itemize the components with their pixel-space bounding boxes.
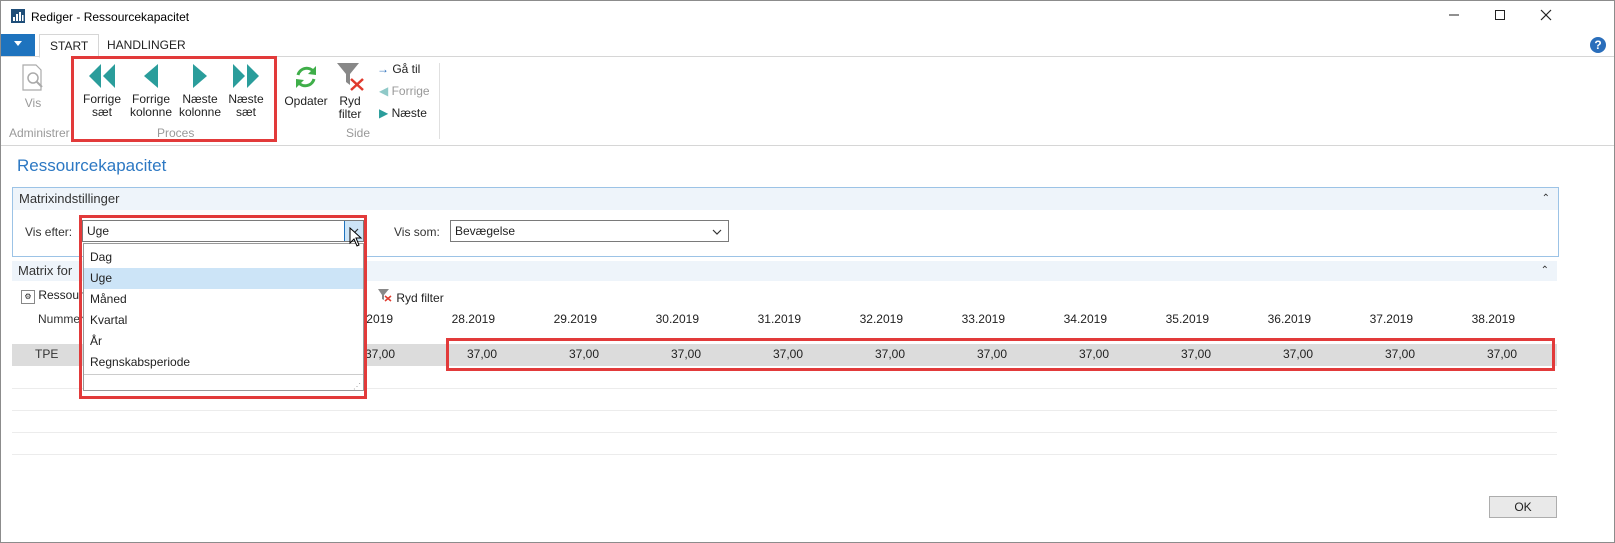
matrix-section-title: Matrix for (18, 263, 73, 278)
column-header[interactable]: 37.2019 (1323, 312, 1413, 326)
view-document-icon (22, 64, 43, 91)
column-header[interactable]: 32.2019 (813, 312, 903, 326)
previous-label: Forrige (391, 84, 430, 98)
grid-line (12, 454, 1557, 455)
next-label: Næste (391, 106, 427, 120)
tab-handlinger[interactable]: HANDLINGER (97, 34, 196, 56)
matrix-clear-filter-button[interactable]: Ryd filter (377, 288, 444, 305)
help-icon[interactable]: ? (1590, 37, 1606, 53)
goto-label: Gå til (392, 62, 421, 76)
resource-icon: ⚙ (21, 290, 35, 304)
arrow-right-small-icon: → (377, 62, 389, 76)
row-number-cell[interactable]: TPE (35, 347, 58, 361)
resource-action-button[interactable]: ⚙ Ressour (21, 288, 83, 304)
ok-button[interactable]: OK (1489, 496, 1557, 518)
column-header[interactable]: 30.2019 (609, 312, 699, 326)
mouse-cursor-icon (349, 227, 363, 247)
collapse-icon[interactable]: ⌃ (1542, 188, 1550, 210)
vis-label: Vis (24, 96, 42, 110)
grid-line (12, 410, 1557, 411)
close-button[interactable] (1523, 1, 1569, 31)
chevron-down-icon (712, 229, 722, 235)
close-icon (1540, 9, 1552, 21)
column-header[interactable]: 35.2019 (1119, 312, 1209, 326)
column-header[interactable]: 29.2019 (507, 312, 597, 326)
column-header[interactable]: 28.2019 (405, 312, 495, 326)
minimize-icon (1449, 14, 1459, 16)
clear-filter-icon (337, 63, 364, 91)
column-header[interactable]: 38.2019 (1425, 312, 1515, 326)
matrix-clear-filter-label: Ryd filter (396, 291, 444, 305)
column-header[interactable]: 36.2019 (1221, 312, 1311, 326)
page-title: Ressourcekapacitet (17, 156, 167, 175)
app-menu-button[interactable] (1, 34, 35, 56)
collapse-icon[interactable]: ⌃ (1541, 261, 1549, 281)
chevron-down-icon (14, 41, 22, 46)
maximize-button[interactable] (1477, 1, 1523, 31)
vis-som-label: Vis som: (394, 225, 440, 239)
highlight-values (446, 338, 1555, 371)
goto-button[interactable]: → Gå til (377, 62, 420, 76)
clear-filter-label-2: filter (338, 107, 362, 121)
highlight-dropdown (79, 215, 367, 399)
column-header[interactable]: 31.2019 (711, 312, 801, 326)
triangle-left-icon: ◀ (379, 84, 389, 98)
clear-filter-button[interactable]: Ryd filter (335, 61, 365, 121)
refresh-label: Opdater (284, 94, 328, 108)
maximize-icon (1495, 10, 1505, 20)
ribbon-separator-2 (439, 63, 440, 139)
next-button[interactable]: ▶ Næste (379, 106, 427, 120)
refresh-button[interactable]: Opdater (281, 63, 331, 108)
group-label-side: Side (346, 126, 371, 140)
previous-button[interactable]: ◀ Forrige (379, 84, 430, 98)
grid-line (12, 432, 1557, 433)
matrix-settings-title: Matrixindstillinger (19, 191, 120, 206)
highlight-proces (71, 56, 277, 142)
refresh-icon (296, 66, 316, 88)
triangle-right-icon: ▶ (379, 106, 389, 120)
vis-som-select[interactable]: Bevægelse (450, 220, 729, 242)
window: Rediger - Ressourcekapacitet START HANDL… (0, 0, 1615, 543)
number-column-header[interactable]: Nummer (38, 312, 84, 326)
vis-som-value: Bevægelse (455, 224, 516, 238)
minimize-button[interactable] (1431, 1, 1477, 31)
vis-button[interactable]: Vis (13, 63, 53, 110)
tab-start[interactable]: START (39, 34, 100, 58)
clear-filter-icon (378, 289, 392, 302)
title-bar: Rediger - Ressourcekapacitet (1, 1, 1614, 31)
resource-action-label: Ressour (38, 288, 84, 302)
group-label-administrer: Administrer (9, 126, 70, 140)
matrix-settings-header[interactable]: Matrixindstillinger ⌃ (13, 188, 1558, 210)
app-icon (11, 9, 25, 23)
column-header[interactable]: 34.2019 (1017, 312, 1107, 326)
column-header[interactable]: 33.2019 (915, 312, 1005, 326)
vis-efter-label: Vis efter: (25, 225, 73, 239)
window-title: Rediger - Ressourcekapacitet (31, 10, 190, 24)
ribbon-tab-bar: START HANDLINGER ? (1, 32, 1614, 58)
